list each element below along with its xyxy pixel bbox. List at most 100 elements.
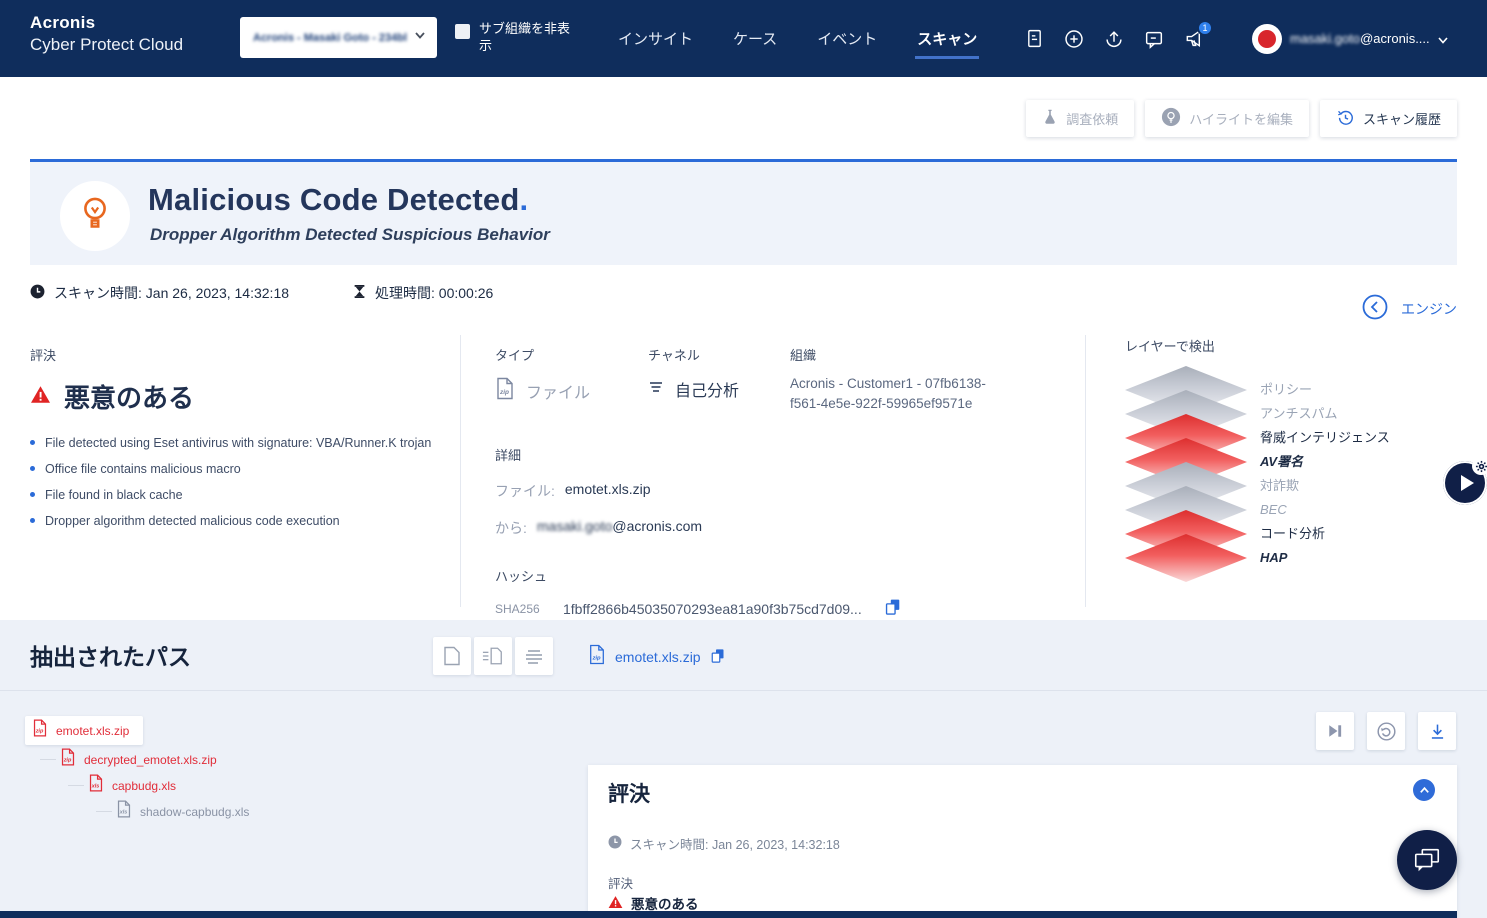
file-row: ファイル: emotet.xls.zip: [495, 481, 1060, 501]
hash-value: 1fbff2866b45035070293ea81a90f3b75cd7d09.…: [563, 601, 862, 617]
tree-item-emotet-zip[interactable]: zip emotet.xls.zip: [25, 716, 143, 745]
verdict-value-row: 悪意のある: [30, 378, 450, 415]
detection-alert-banner: Malicious Code Detected. Dropper Algorit…: [30, 162, 1457, 265]
nav-tab-events[interactable]: イベント: [817, 28, 877, 49]
verdict-reason: Office file contains malicious macro: [30, 461, 450, 478]
bullet-dot: [30, 492, 35, 497]
alert-icon-circle: [60, 181, 130, 251]
from-value-local: masaki.goto: [537, 518, 612, 534]
history-icon: [1336, 108, 1355, 130]
collapse-panel-button[interactable]: [1413, 779, 1435, 801]
add-plus-icon[interactable]: [1062, 27, 1086, 51]
bullet-dot: [30, 518, 35, 523]
edit-highlights-label: ハイライトを編集: [1189, 109, 1293, 128]
clock-icon: [30, 284, 45, 302]
verdict-reason: Dropper algorithm detected malicious cod…: [30, 513, 450, 530]
layer-diamond-hap: [1125, 534, 1247, 582]
view-toggle-document-details[interactable]: [474, 637, 512, 675]
panel-scan-time-text: スキャン時間: Jan 26, 2023, 14:32:18: [630, 834, 840, 853]
skip-to-end-button[interactable]: [1316, 712, 1354, 750]
details-label: 詳細: [495, 445, 1060, 464]
scan-meta-row: スキャン時間: Jan 26, 2023, 14:32:18 処理時間: 00:…: [30, 283, 493, 303]
zip-file-icon: zip: [495, 377, 515, 405]
zip-file-icon-red: zip: [60, 748, 76, 771]
upload-icon[interactable]: [1102, 27, 1126, 51]
tree-item-capbudg-xls[interactable]: xls capbudg.xls: [88, 774, 176, 797]
verdict-label: 評決: [30, 345, 450, 364]
verdict-column: 評決 悪意のある File detected using Eset antivi…: [30, 345, 450, 539]
alert-title-text: Malicious Code Detected: [148, 182, 520, 217]
scan-detail-page: Acronis Cyber Protect Cloud Acronis - Ma…: [0, 0, 1487, 918]
hash-algorithm: SHA256: [495, 602, 563, 616]
user-chevron-down-icon[interactable]: [1436, 33, 1450, 52]
svg-text:xls: xls: [119, 809, 128, 815]
warning-triangle-icon: [30, 385, 51, 409]
layer-label-antifraud: 対詐欺: [1260, 478, 1299, 494]
avatar-dot: [1258, 30, 1276, 48]
investigation-request-button[interactable]: 調査依頼: [1026, 100, 1134, 137]
root-file-chip[interactable]: zip emotet.xls.zip: [588, 644, 725, 670]
chat-bubbles-icon: [1411, 845, 1443, 875]
scan-time: スキャン時間: Jan 26, 2023, 14:32:18: [30, 283, 289, 303]
from-value-domain: @acronis.com: [612, 518, 702, 534]
tree-item-decrypted-zip[interactable]: zip decrypted_emotet.xls.zip: [60, 748, 217, 771]
gear-icon: [1472, 457, 1487, 475]
alert-title-period: .: [520, 182, 529, 217]
panel-verdict-value: 悪意のある: [631, 893, 699, 913]
file-label: ファイル:: [495, 481, 555, 501]
zip-file-icon-red: zip: [32, 719, 48, 742]
download-button[interactable]: [1418, 712, 1456, 750]
channel-value: 自己分析: [675, 377, 739, 401]
nav-tab-cases[interactable]: ケース: [733, 28, 777, 49]
user-avatar[interactable]: [1252, 24, 1282, 54]
document-icon[interactable]: [1022, 27, 1046, 51]
organization-selector[interactable]: Acronis - Masaki Goto - 234bl: [240, 17, 437, 58]
organization-block: 組織 Acronis - Customer1 - 07fb6138-f561-4…: [790, 345, 1015, 414]
nav-tab-insight[interactable]: インサイト: [618, 28, 693, 49]
layer-label-av-signature: AV署名: [1260, 454, 1303, 470]
warning-triangle-icon-small: [608, 895, 623, 912]
scan-history-button[interactable]: スキャン履歴: [1320, 100, 1457, 137]
svg-text:zip: zip: [63, 757, 72, 763]
main-nav: インサイト ケース イベント スキャン: [618, 0, 977, 77]
hide-suborg-checkbox[interactable]: [455, 24, 470, 39]
verdict-reason: File found in black cache: [30, 487, 450, 504]
copy-file-icon[interactable]: [710, 647, 725, 668]
engine-link[interactable]: エンジン: [1362, 294, 1457, 323]
svg-text:zip: zip: [35, 728, 44, 734]
panel-scan-time: スキャン時間: Jan 26, 2023, 14:32:18: [608, 834, 840, 853]
from-label: から:: [495, 518, 527, 538]
view-toggle-document[interactable]: [433, 637, 471, 675]
feedback-chat-icon[interactable]: [1142, 27, 1166, 51]
tree-item-name: shadow-capbudg.xls: [140, 805, 249, 819]
copy-hash-icon[interactable]: [884, 597, 901, 620]
highlight-bulb-icon: [1161, 107, 1181, 130]
support-chat-button[interactable]: [1397, 830, 1457, 890]
tree-item-shadow-capbudg-xls[interactable]: xls shadow-capbudg.xls: [116, 800, 249, 823]
verdict-reason: File detected using Eset antivirus with …: [30, 435, 450, 452]
rescan-rotate-button[interactable]: [1367, 712, 1405, 750]
reason-text: File found in black cache: [45, 487, 183, 504]
extracted-path-heading: 抽出されたパス: [30, 638, 191, 672]
tree-connector: [40, 759, 56, 760]
guided-tour-play-button[interactable]: [1443, 461, 1487, 505]
announcements-icon[interactable]: 1: [1182, 27, 1206, 51]
organization-label: 組織: [790, 345, 1015, 364]
notification-badge: 1: [1197, 20, 1213, 36]
investigation-request-label: 調査依頼: [1066, 109, 1118, 128]
view-toggle-text[interactable]: [515, 637, 553, 675]
layer-label-antispam: アンチスパム: [1260, 406, 1337, 422]
verdict-value: 悪意のある: [64, 378, 194, 415]
extracted-path-section: 抽出されたパス zip emotet.xls.zip zip emotet.xl…: [0, 620, 1487, 918]
xls-file-icon-gray: xls: [116, 800, 132, 823]
nav-tab-scan[interactable]: スキャン: [917, 28, 977, 49]
tree-item-name: decrypted_emotet.xls.zip: [84, 753, 217, 767]
section-divider: [0, 690, 1487, 691]
edit-highlights-button[interactable]: ハイライトを編集: [1145, 100, 1309, 137]
user-account-menu[interactable]: masaki.goto@acronis....: [1290, 31, 1430, 46]
reason-text: Dropper algorithm detected malicious cod…: [45, 513, 340, 530]
engine-link-label: エンジン: [1401, 299, 1457, 319]
detection-layers-diagram: ポリシー アンチスパム 脅威インテリジェンス AV署名 対詐欺 BEC コード分…: [1125, 366, 1475, 596]
hash-label: ハッシュ: [495, 566, 1060, 585]
column-divider-2: [1085, 335, 1086, 607]
